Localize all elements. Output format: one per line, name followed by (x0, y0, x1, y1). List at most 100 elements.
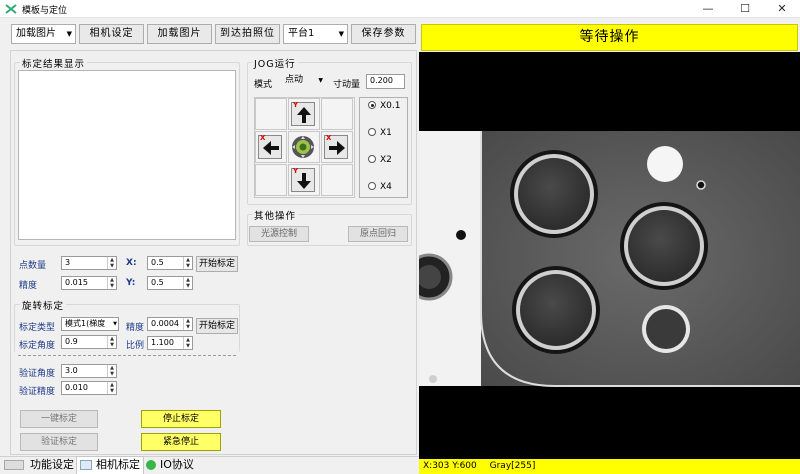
image-status-bar: X:303 Y:600 Gray[255] (419, 459, 800, 474)
other-ops-title: 其他操作 (252, 208, 299, 222)
section-divider (18, 355, 236, 356)
point-count-label: 点数量 (19, 261, 47, 271)
jog-stop-button[interactable] (291, 135, 315, 159)
light-control-button[interactable]: 光源控制 (249, 226, 309, 242)
spinner-icon[interactable]: ▲ ▼ (107, 277, 116, 289)
stop-calib-button[interactable]: 停止标定 (141, 410, 221, 428)
home-return-button[interactable]: 原点回归 (348, 226, 408, 242)
verify-calib-button[interactable]: 验证标定 (20, 433, 98, 451)
spinner-icon[interactable]: ▲ ▼ (107, 257, 116, 269)
jog-right-button[interactable]: X (324, 134, 348, 159)
jog-title: JOG运行 (252, 56, 298, 70)
point-count-value: 3 (65, 258, 71, 267)
ratio-x1-radio[interactable]: X1 (368, 128, 392, 138)
jog-up-button[interactable]: Y (291, 101, 315, 126)
spinner-icon[interactable]: ▲ ▼ (183, 337, 192, 349)
tab-label: IO协议 (160, 458, 194, 471)
settings-icon (4, 460, 24, 470)
spinner-icon[interactable]: ▲ ▼ (183, 318, 192, 330)
camera-image (405, 131, 800, 387)
verify-angle-label: 验证角度 (19, 369, 56, 379)
arrow-down-icon (297, 173, 311, 189)
jog-left-button[interactable]: X (258, 134, 282, 159)
ratio-x0-1-radio[interactable]: X0.1 (368, 101, 400, 111)
point-x-input[interactable]: 0.5 ▲ ▼ (147, 256, 193, 270)
rotation-precision-value: 0.0004 (151, 319, 179, 328)
calib-result-title: 标定结果显示 (20, 56, 88, 70)
verify-angle-input[interactable]: 3.0 ▲ ▼ (61, 364, 117, 378)
chevron-down-icon: ▼ (66, 30, 72, 38)
radio-icon (368, 182, 376, 190)
tab-label: 功能设定 (30, 458, 74, 471)
spinner-icon[interactable]: ▲ ▼ (107, 365, 116, 377)
app-icon (5, 4, 17, 14)
go-to-photo-position-button[interactable]: 到达拍照位 (215, 24, 280, 44)
load-image-button[interactable]: 加载图片 (147, 24, 212, 44)
tab-camera-calibration[interactable]: 相机标定 (76, 456, 144, 474)
calib-type-combo[interactable]: 模式1(梯度 ▼ (61, 317, 119, 331)
jog-mode-combo[interactable]: 点动 ▼ (281, 74, 326, 89)
rotation-precision-label: 精度 (126, 323, 145, 333)
point-y-value: 0.5 (151, 278, 164, 287)
stop-icon (292, 136, 314, 158)
spinner-icon[interactable]: ▲ ▼ (107, 336, 116, 348)
emergency-stop-button[interactable]: 紧急停止 (141, 433, 221, 451)
jog-pad: Y X X Y (254, 97, 355, 198)
verify-precision-input[interactable]: 0.010 ▲ ▼ (61, 381, 117, 395)
calib-angle-label: 标定角度 (19, 341, 56, 351)
arrow-right-icon (329, 141, 345, 155)
jog-mode-value: 点动 (285, 75, 304, 85)
start-rotation-calib-button[interactable]: 开始标定 (196, 318, 238, 334)
window-title: 模板与定位 (22, 6, 68, 16)
ratio-label: X2 (380, 155, 392, 165)
radio-icon (368, 128, 376, 136)
close-button[interactable]: ✕ (764, 0, 800, 18)
ratio-x4-radio[interactable]: X4 (368, 182, 392, 192)
chevron-down-icon: ▼ (318, 77, 323, 84)
ratio-x2-radio[interactable]: X2 (368, 155, 392, 165)
maximize-button[interactable]: ☐ (727, 0, 763, 18)
calib-result-textbox[interactable] (18, 70, 236, 240)
spinner-icon[interactable]: ▲ ▼ (183, 257, 192, 269)
arrow-up-icon (297, 107, 311, 123)
rotation-precision-input[interactable]: 0.0004 ▲ ▼ (147, 317, 193, 331)
jog-step-label: 寸动量 (333, 80, 361, 90)
platform-combo[interactable]: 平台1 ▼ (283, 24, 348, 44)
x-label: X: (126, 258, 137, 268)
start-point-calib-button[interactable]: 开始标定 (196, 256, 238, 272)
minimize-button[interactable]: — (690, 0, 726, 18)
tab-label: 相机标定 (96, 458, 140, 471)
verify-precision-value: 0.010 (65, 383, 88, 392)
verify-precision-label: 验证精度 (19, 387, 56, 397)
point-y-input[interactable]: 0.5 ▲ ▼ (147, 276, 193, 290)
status-dot-icon (146, 460, 156, 470)
point-count-input[interactable]: 3 ▲ ▼ (61, 256, 117, 270)
spinner-icon[interactable]: ▲ ▼ (183, 277, 192, 289)
load-image-combo[interactable]: 加载图片 ▼ (11, 24, 76, 44)
one-key-calib-button[interactable]: 一键标定 (20, 410, 98, 428)
point-precision-value: 0.015 (65, 278, 88, 287)
platform-combo-label: 平台1 (288, 28, 315, 39)
ratio-input[interactable]: 1.100 ▲ ▼ (147, 336, 193, 350)
rotation-title: 旋转标定 (20, 298, 67, 312)
jog-step-input[interactable]: 0.200 (366, 74, 405, 89)
jog-down-button[interactable]: Y (291, 167, 315, 192)
point-precision-input[interactable]: 0.015 ▲ ▼ (61, 276, 117, 290)
cursor-coordinates: X:303 Y:600 (423, 461, 477, 471)
status-banner: 等待操作 (421, 24, 798, 51)
ratio-label: 比例 (126, 341, 145, 351)
title-bar: 模板与定位 — ☐ ✕ (0, 0, 800, 18)
calib-angle-input[interactable]: 0.9 ▲ ▼ (61, 335, 117, 349)
spinner-icon[interactable]: ▲ ▼ (107, 382, 116, 394)
calib-angle-value: 0.9 (65, 337, 78, 346)
chevron-down-icon: ▼ (113, 321, 117, 327)
save-params-button[interactable]: 保存参数 (351, 24, 416, 44)
arrow-left-icon (263, 141, 279, 155)
camera-image-view[interactable] (405, 52, 800, 459)
camera-settings-button[interactable]: 相机设定 (79, 24, 144, 44)
ratio-label: X1 (380, 128, 392, 138)
calib-type-value: 模式1(梯度 (65, 319, 106, 328)
radio-selected-icon (368, 101, 376, 109)
verify-angle-value: 3.0 (65, 366, 78, 375)
load-image-combo-label: 加载图片 (16, 28, 56, 39)
